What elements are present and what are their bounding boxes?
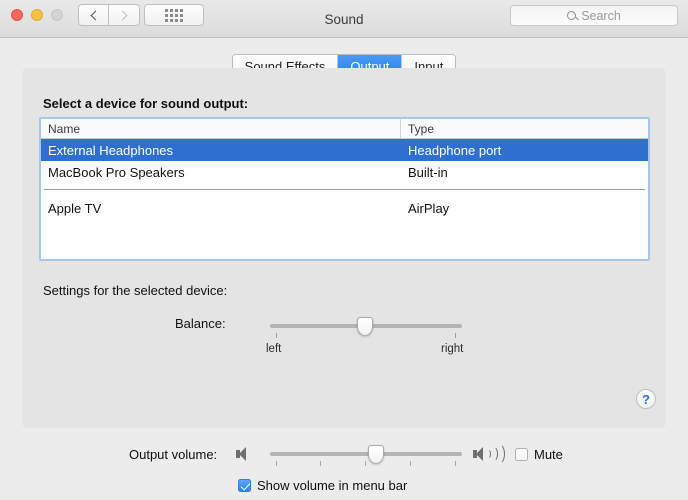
show-volume-in-menu-bar-label: Show volume in menu bar <box>257 478 407 493</box>
device-name: Apple TV <box>41 201 401 216</box>
search-input[interactable]: Search <box>510 5 678 26</box>
device-type: AirPlay <box>401 201 648 216</box>
speaker-loud-icon <box>473 447 507 461</box>
balance-right-label: right <box>441 343 463 355</box>
help-button[interactable]: ? <box>636 389 656 409</box>
table-row[interactable]: External Headphones Headphone port <box>41 139 648 161</box>
output-volume-slider-track[interactable] <box>270 452 462 456</box>
row-separator <box>44 189 645 190</box>
table-header-row: Name Type <box>41 119 648 139</box>
volume-tick-4 <box>410 461 411 466</box>
output-volume-label: Output volume: <box>129 447 217 462</box>
device-list-heading: Select a device for sound output: <box>43 96 248 111</box>
speaker-quiet-icon <box>236 447 250 461</box>
device-name: External Headphones <box>41 143 401 158</box>
device-type: Headphone port <box>401 143 648 158</box>
device-table[interactable]: Name Type External Headphones Headphone … <box>39 117 650 261</box>
device-name: MacBook Pro Speakers <box>41 165 401 180</box>
mute-checkbox-row[interactable]: Mute <box>515 447 563 462</box>
volume-tick-5 <box>455 461 456 466</box>
help-question-icon: ? <box>642 392 650 407</box>
volume-tick-3 <box>365 461 366 466</box>
window-titlebar: Sound Search <box>0 0 688 38</box>
volume-tick-1 <box>276 461 277 466</box>
show-volume-in-menu-bar-checkbox[interactable] <box>238 479 251 492</box>
table-row[interactable]: MacBook Pro Speakers Built-in <box>41 161 648 183</box>
volume-tick-2 <box>320 461 321 466</box>
column-header-name[interactable]: Name <box>41 119 401 138</box>
search-icon <box>567 11 576 20</box>
table-row[interactable]: Apple TV AirPlay <box>41 197 648 219</box>
balance-slider-thumb[interactable] <box>357 317 373 336</box>
balance-left-label: left <box>266 343 281 355</box>
column-header-type[interactable]: Type <box>401 119 648 138</box>
device-type: Built-in <box>401 165 648 180</box>
search-placeholder: Search <box>581 9 621 23</box>
balance-tick-left <box>276 333 277 338</box>
balance-label: Balance: <box>175 316 226 331</box>
balance-tick-right <box>455 333 456 338</box>
mute-checkbox[interactable] <box>515 448 528 461</box>
output-volume-slider-thumb[interactable] <box>368 445 384 464</box>
settings-heading: Settings for the selected device: <box>43 283 227 298</box>
show-volume-in-menu-bar-row[interactable]: Show volume in menu bar <box>238 478 407 493</box>
mute-label: Mute <box>534 447 563 462</box>
